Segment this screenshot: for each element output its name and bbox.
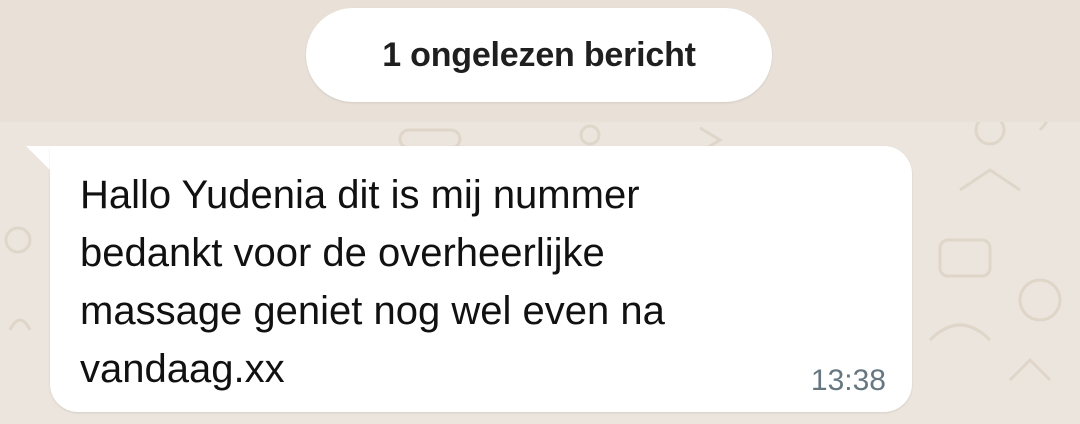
incoming-message-bubble[interactable]: Hallo Yudenia dit is mij nummer bedankt … — [50, 146, 912, 412]
unread-messages-label: 1 ongelezen bericht — [382, 35, 696, 74]
message-text: Hallo Yudenia dit is mij nummer bedankt … — [80, 173, 665, 391]
message-timestamp: 13:38 — [810, 364, 886, 397]
message-bubble-tail — [26, 146, 52, 172]
unread-messages-banner: 1 ongelezen bericht — [306, 8, 772, 102]
